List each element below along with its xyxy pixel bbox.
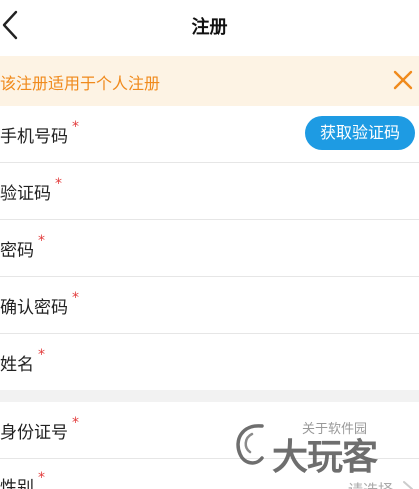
name-row[interactable]: 姓名 *: [0, 334, 419, 390]
id-number-label: 身份证号 *: [0, 415, 79, 443]
get-code-button[interactable]: 获取验证码: [305, 116, 415, 150]
required-mark: *: [38, 347, 45, 363]
close-icon[interactable]: [391, 68, 415, 92]
page-title: 注册: [191, 17, 228, 38]
password-label: 密码 *: [0, 233, 45, 261]
phone-row[interactable]: 手机号码 * 获取验证码: [0, 106, 419, 162]
gender-label: 性别 *: [0, 470, 45, 489]
name-label: 姓名 *: [0, 347, 45, 375]
section-gap: [0, 390, 419, 402]
notice-banner: 该注册适用于个人注册: [0, 56, 419, 106]
watermark-logo: 关于软件园 大玩客: [232, 418, 417, 478]
confirm-password-row[interactable]: 确认密码 *: [0, 277, 419, 333]
required-mark: *: [38, 470, 45, 486]
required-mark: *: [72, 415, 79, 431]
required-mark: *: [72, 119, 79, 135]
confirm-password-label: 确认密码 *: [0, 290, 79, 318]
notice-text: 该注册适用于个人注册: [0, 74, 161, 93]
required-mark: *: [72, 290, 79, 306]
code-row[interactable]: 验证码 *: [0, 163, 419, 219]
gender-placeholder: 请选择: [348, 479, 393, 489]
phone-label: 手机号码 *: [0, 119, 79, 147]
watermark-swirl-icon: [236, 424, 264, 465]
required-mark: *: [55, 176, 62, 192]
watermark-text: 大玩客: [272, 437, 378, 478]
required-mark: *: [38, 233, 45, 249]
chevron-right-icon: [401, 479, 415, 489]
code-label: 验证码 *: [0, 176, 62, 204]
header-bar: 注册: [0, 0, 419, 52]
password-row[interactable]: 密码 *: [0, 220, 419, 276]
